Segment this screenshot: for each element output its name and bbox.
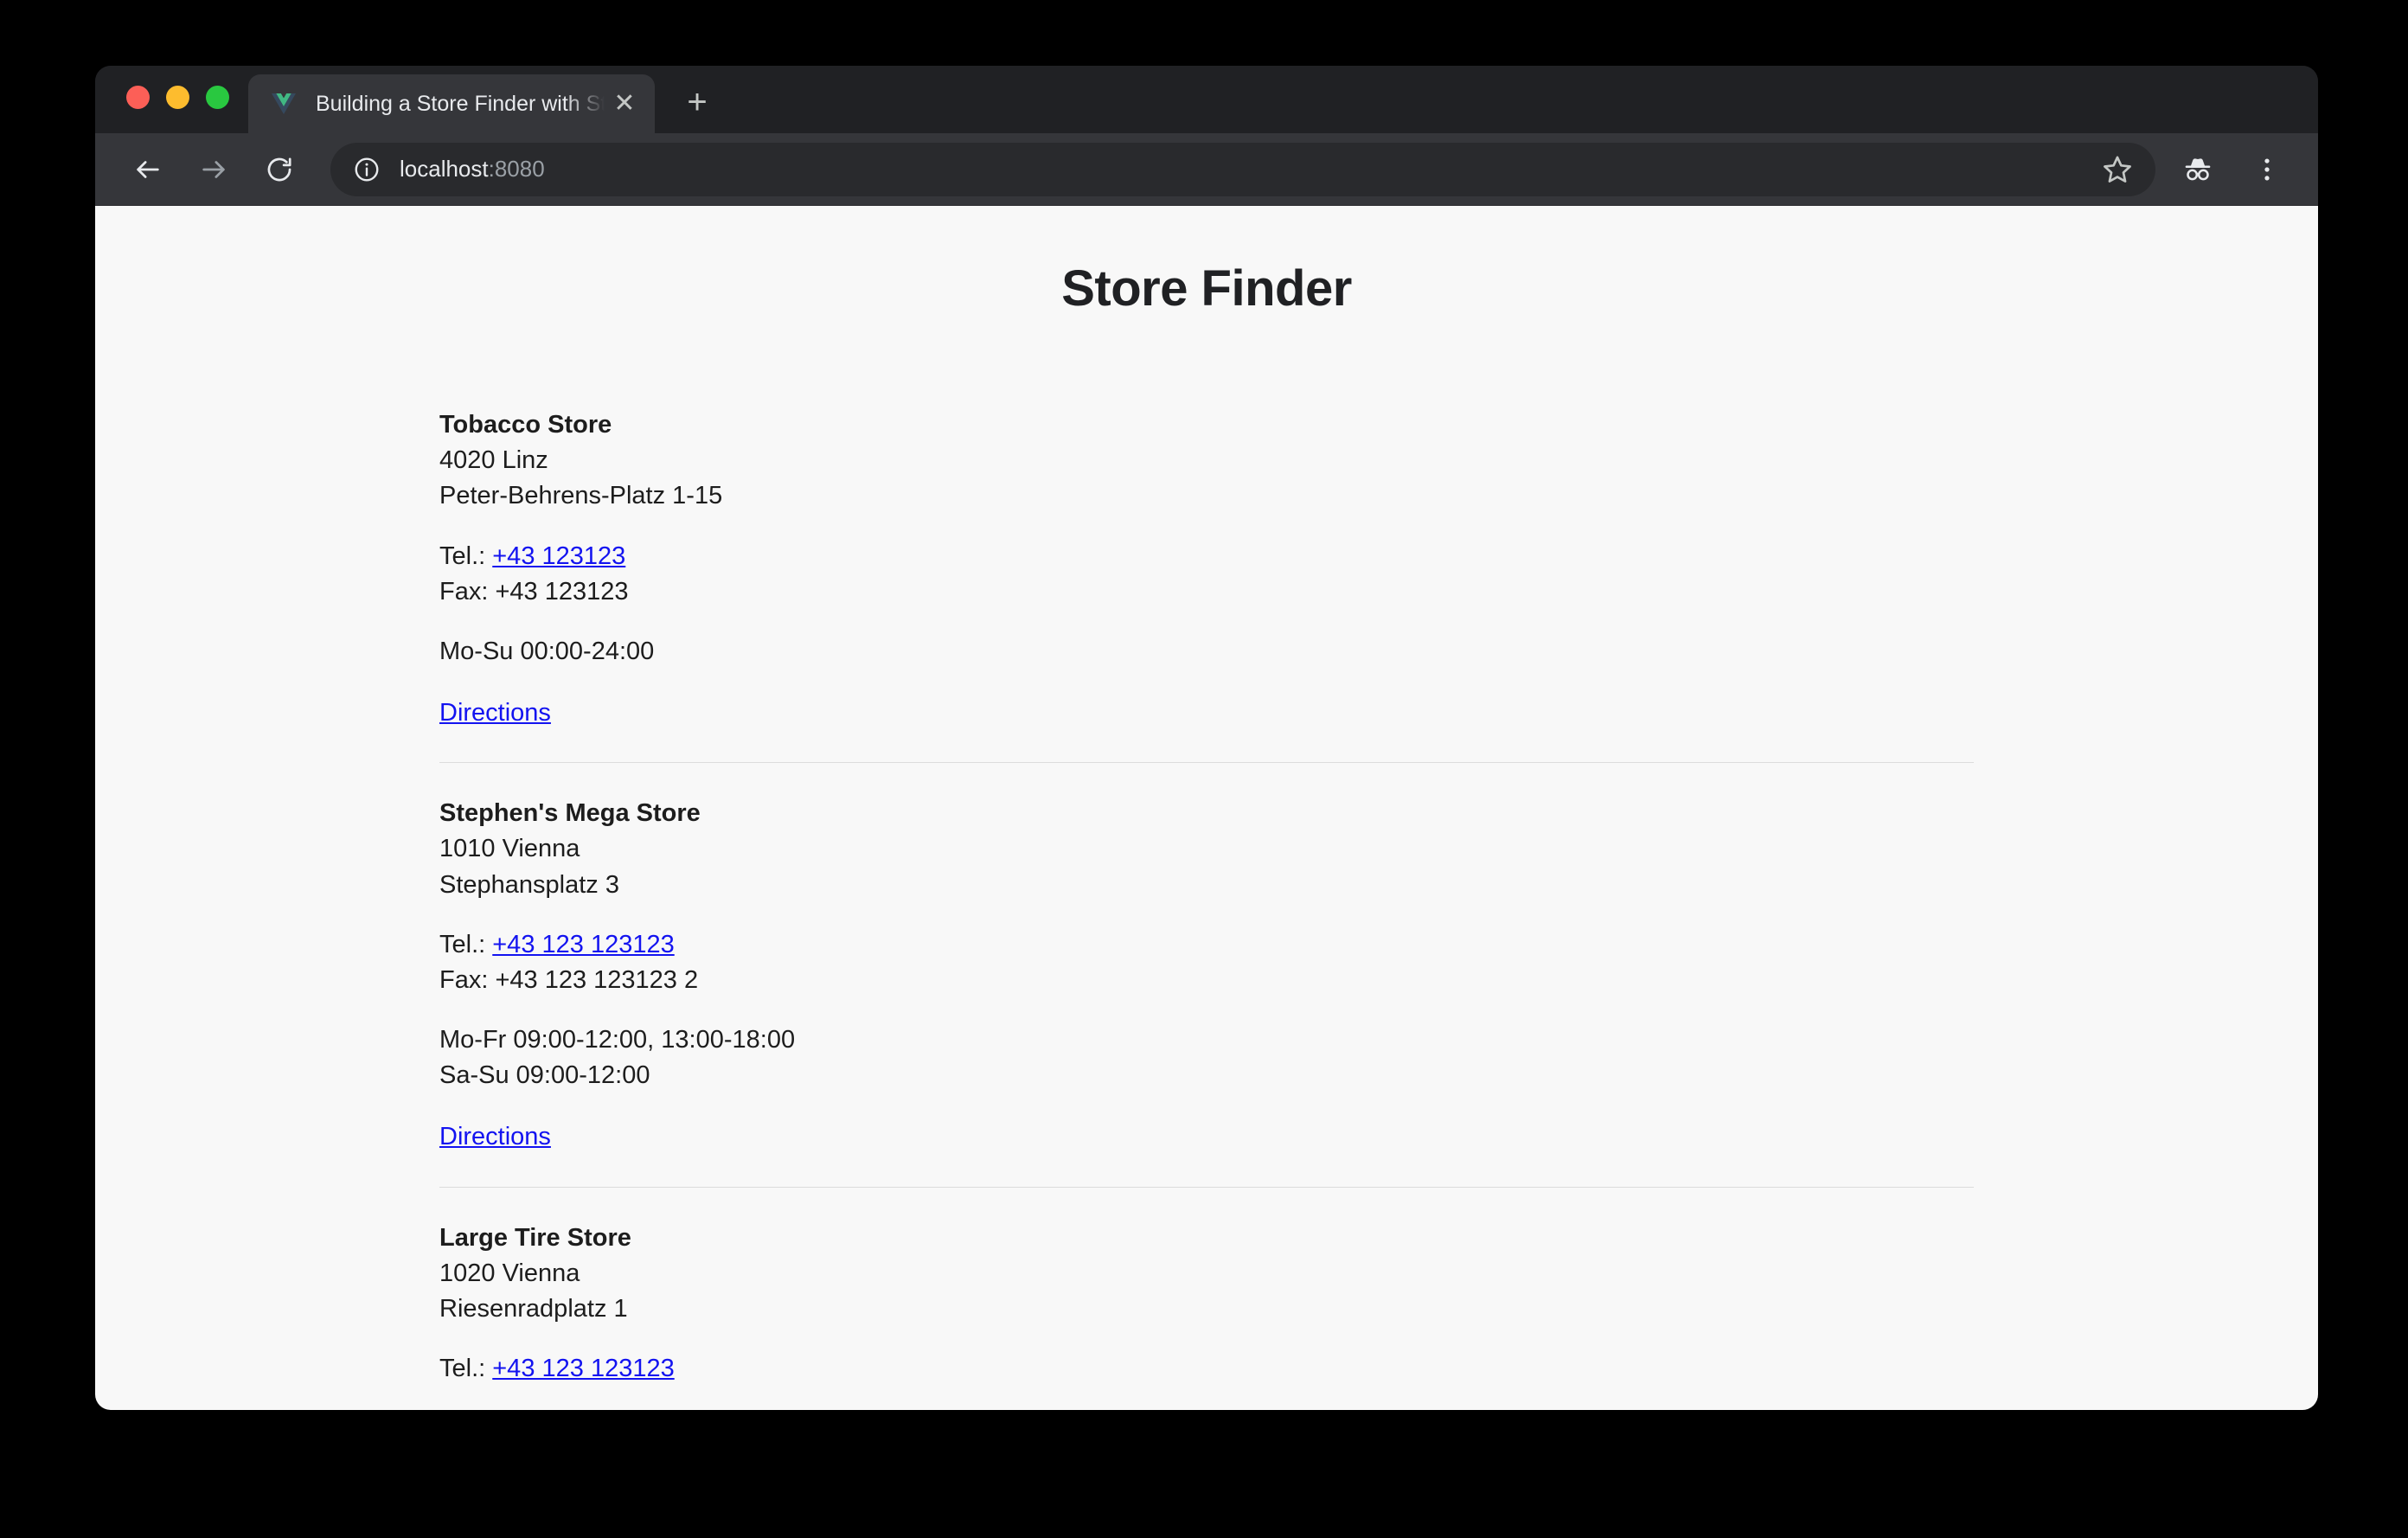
vue-logo-icon <box>272 93 296 114</box>
store-street: Stephansplatz 3 <box>439 870 619 899</box>
store-telephone-link[interactable]: +43 123 123123 <box>492 1355 674 1382</box>
store-divider <box>439 762 1974 764</box>
store-hours-row: Mo-Fr 09:00-12:00, 13:00-18:00 <box>439 1026 796 1054</box>
window-minimize-button[interactable] <box>166 85 189 109</box>
three-dot-menu-icon <box>2264 157 2270 181</box>
store-telephone-row: Tel.: +43 123123 <box>439 539 1974 574</box>
bookmark-button[interactable] <box>2093 145 2142 194</box>
url-host: localhost <box>400 156 489 182</box>
incognito-button[interactable] <box>2171 143 2225 196</box>
store-directions-row: Directions <box>439 1119 1974 1155</box>
browser-tab-title: Building a Store Finder with Sto <box>316 92 605 116</box>
store-list: Tobacco Store 4020 Linz Peter-Behrens-Pl… <box>95 407 2318 1387</box>
forward-button[interactable] <box>187 143 240 196</box>
store-contact: Tel.: +43 123 123123 Fax: +43 123 123123… <box>439 927 1974 998</box>
browser-menu-button[interactable] <box>2240 143 2294 196</box>
store-card: Tobacco Store 4020 Linz Peter-Behrens-Pl… <box>439 407 1974 731</box>
page-title: Store Finder <box>1061 260 1352 317</box>
store-postal-city: 1010 Vienna <box>439 835 580 863</box>
store-hours: Mo-Su 00:00-24:00 <box>439 634 1974 670</box>
info-circle-icon[interactable] <box>353 156 381 183</box>
store-postal-city: 4020 Linz <box>439 446 548 475</box>
address-bar[interactable]: localhost:8080 <box>330 142 2155 196</box>
store-hours-row: Mo-Su 00:00-24:00 <box>439 637 655 665</box>
store-directions-link[interactable]: Directions <box>439 699 551 727</box>
back-button[interactable] <box>121 143 175 196</box>
store-street: Riesenradplatz 1 <box>439 1294 628 1323</box>
store-postal-city: 1020 Vienna <box>439 1259 580 1287</box>
reload-icon <box>267 157 291 181</box>
tel-label: Tel.: <box>439 542 493 570</box>
store-name: Tobacco Store <box>439 411 612 439</box>
tel-label: Tel.: <box>439 930 493 958</box>
store-name: Large Tire Store <box>439 1223 631 1252</box>
window-traffic-lights <box>118 66 248 133</box>
tab-strip: Building a Store Finder with Sto ✕ + <box>95 66 2318 133</box>
browser-tab-active[interactable]: Building a Store Finder with Sto ✕ <box>248 74 655 133</box>
store-street: Peter-Behrens-Platz 1-15 <box>439 482 723 510</box>
tab-close-icon[interactable]: ✕ <box>605 84 644 124</box>
store-directions-row: Directions <box>439 695 1974 731</box>
incognito-icon <box>2185 157 2211 180</box>
store-name: Stephen's Mega Store <box>439 799 701 828</box>
store-hours: Mo-Fr 09:00-12:00, 13:00-18:00 Sa-Su 09:… <box>439 1022 1974 1093</box>
tel-label: Tel.: <box>439 1355 493 1383</box>
window-maximize-button[interactable] <box>206 85 229 109</box>
store-fax-row: Fax: +43 123 123123 2 <box>439 965 699 994</box>
url-port: :8080 <box>488 156 545 182</box>
store-telephone-link[interactable]: +43 123123 <box>492 542 625 570</box>
store-contact: Tel.: +43 123 123123 <box>439 1351 1974 1387</box>
browser-window: Building a Store Finder with Sto ✕ + loc… <box>95 66 2318 1410</box>
store-fax-row: Fax: +43 123123 <box>439 577 629 606</box>
back-arrow-icon <box>137 160 159 178</box>
store-card: Large Tire Store 1020 Vienna Riesenradpl… <box>439 1221 1974 1387</box>
new-tab-button[interactable]: + <box>670 76 724 130</box>
star-icon <box>2104 156 2131 183</box>
reload-button[interactable] <box>253 143 306 196</box>
store-telephone-link[interactable]: +43 123 123123 <box>492 931 674 958</box>
store-contact: Tel.: +43 123123 Fax: +43 123123 <box>439 539 1974 610</box>
store-telephone-row: Tel.: +43 123 123123 <box>439 1351 1974 1387</box>
store-card: Stephen's Mega Store 1010 Vienna Stephan… <box>439 796 1974 1155</box>
window-close-button[interactable] <box>126 85 150 109</box>
forward-arrow-icon <box>202 160 225 178</box>
address-bar-url: localhost:8080 <box>400 156 2093 183</box>
store-divider <box>439 1186 1974 1188</box>
store-hours-row: Sa-Su 09:00-12:00 <box>439 1061 650 1090</box>
store-directions-link[interactable]: Directions <box>439 1123 551 1150</box>
store-telephone-row: Tel.: +43 123 123123 <box>439 927 1974 963</box>
page-viewport: Store Finder Tobacco Store 4020 Linz Pet… <box>95 206 2318 1410</box>
browser-toolbar: localhost:8080 <box>95 133 2318 206</box>
